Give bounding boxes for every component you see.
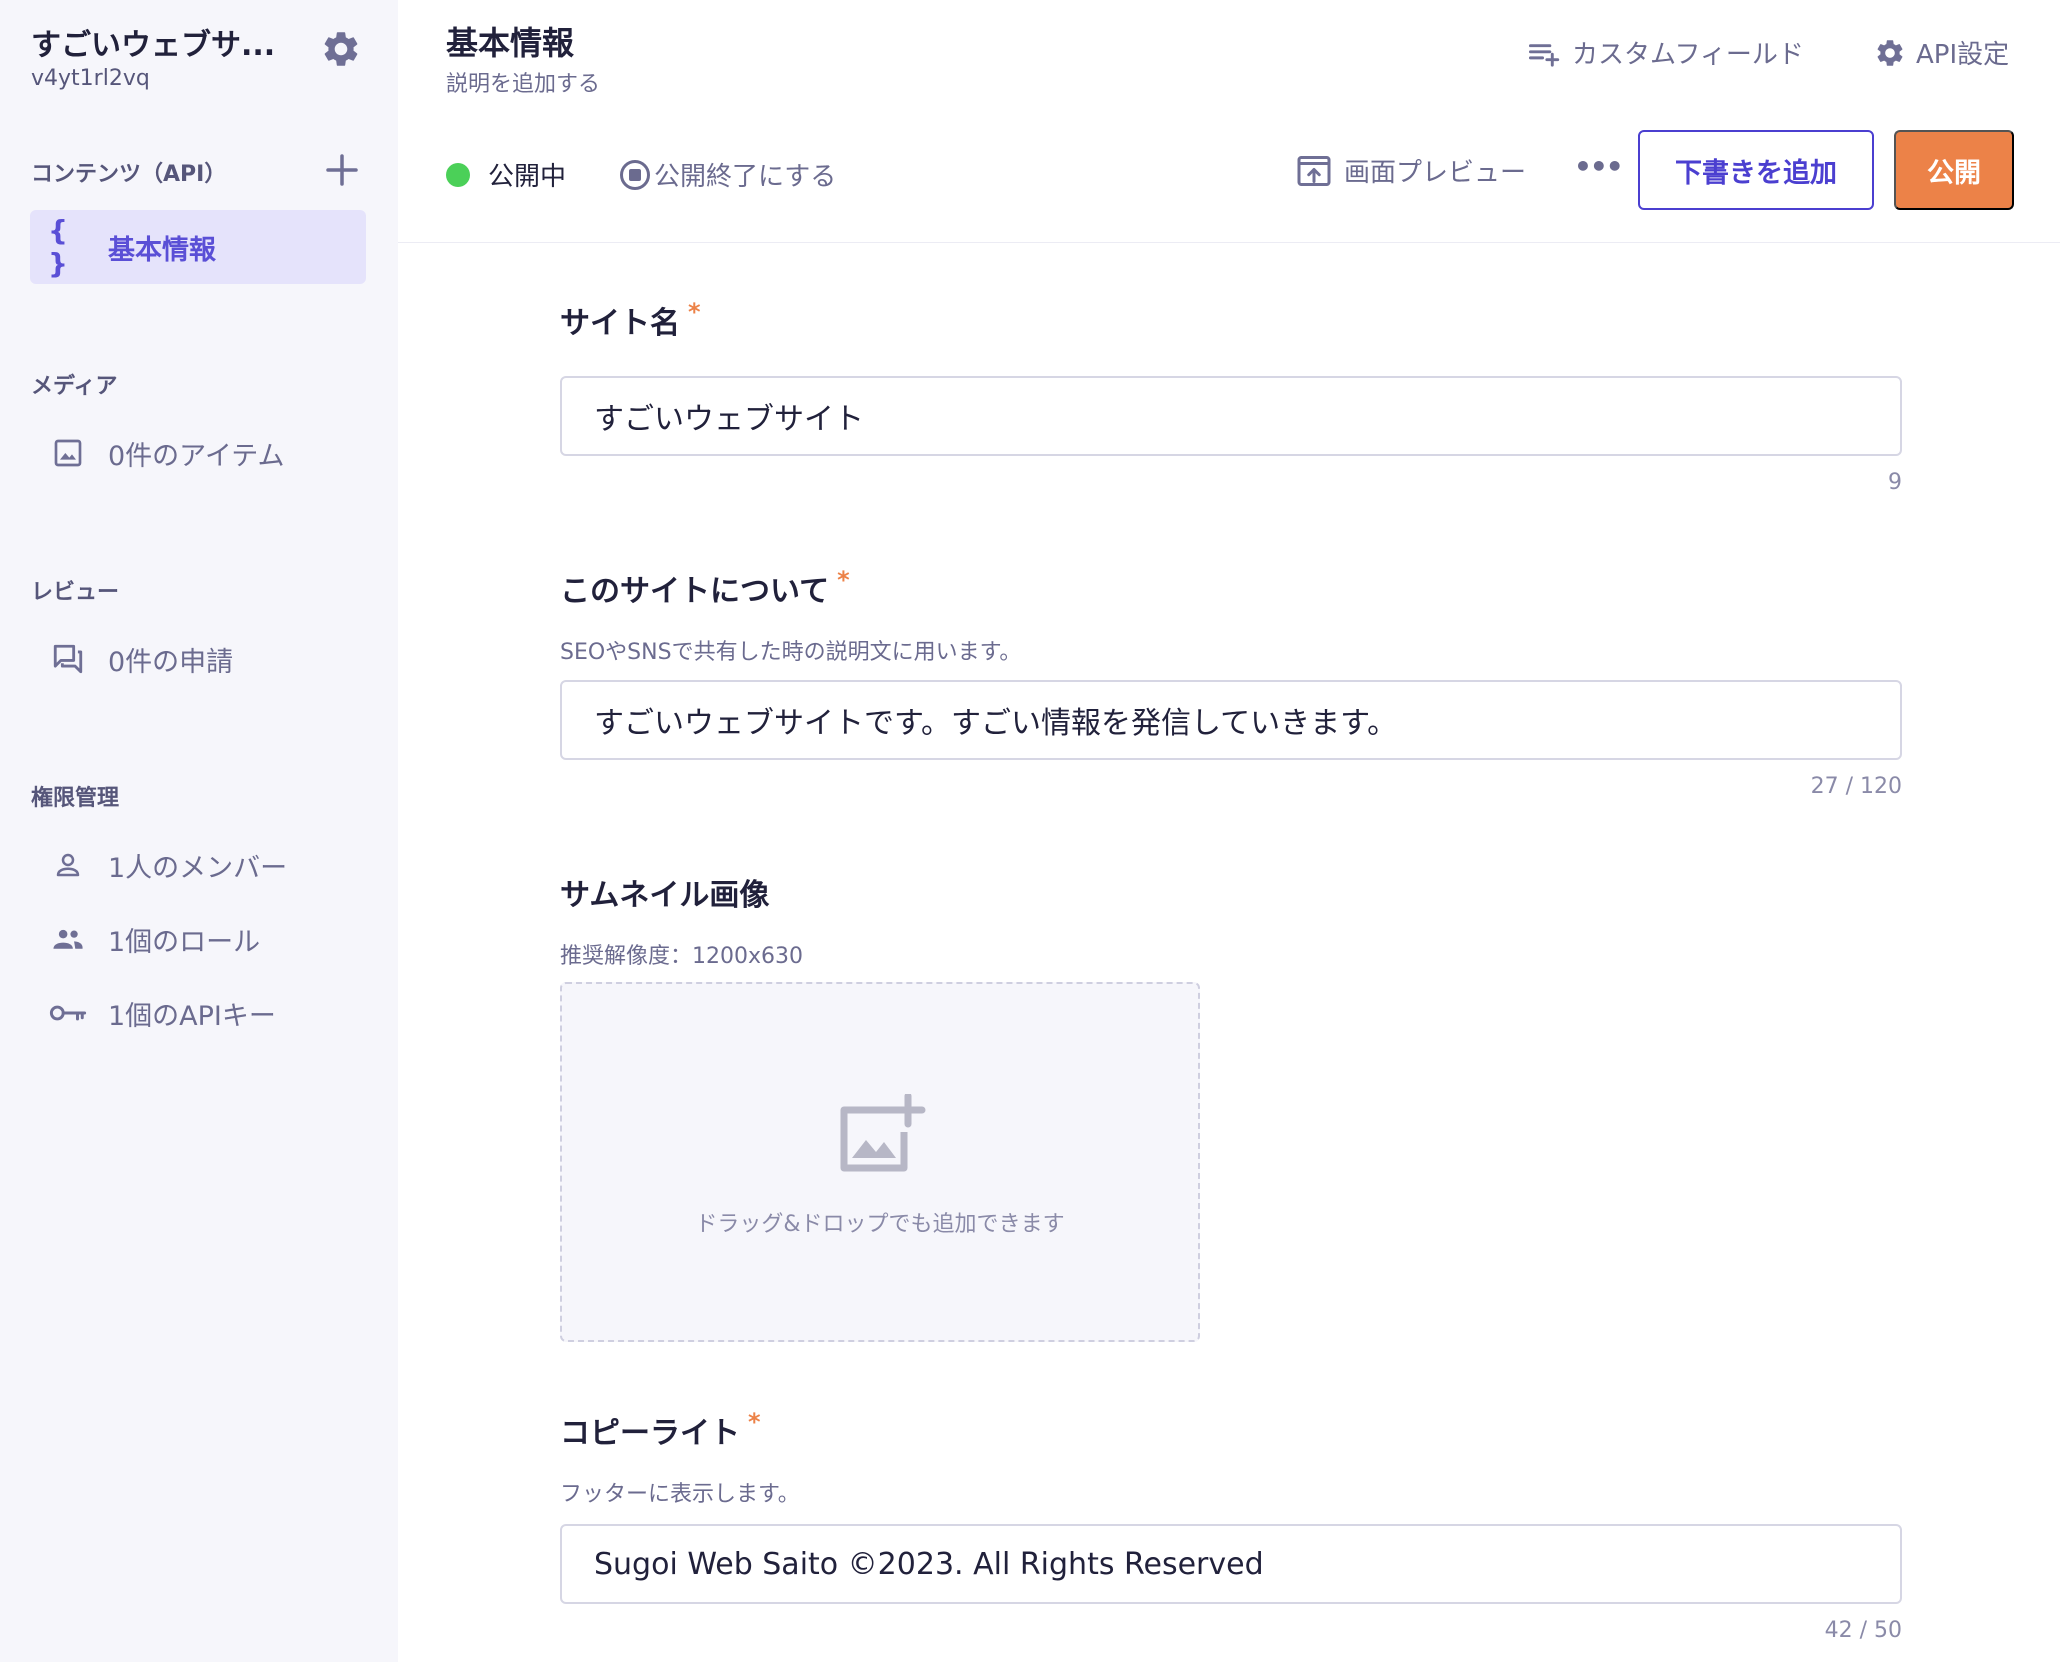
custom-field-label: カスタムフィールド [1572,40,1804,70]
sidebar-item-basic-info[interactable]: { } 基本情報 [30,210,366,284]
person-icon [48,845,88,885]
header-divider [398,242,2060,243]
about-input[interactable]: すごいウェブサイトです。すごい情報を発信していきます。 [560,680,1902,760]
review-section-title: レビュー [31,580,120,605]
service-settings-gear-icon[interactable] [320,28,362,70]
image-icon [48,433,88,473]
copyright-description: フッターに表示します。 [560,1482,800,1507]
dropzone-hint: ドラッグ&ドロップでも追加できます [695,1212,1065,1237]
media-section-title: メディア [31,374,118,399]
custom-field-link[interactable]: カスタムフィールド [1528,34,1804,71]
sidebar-item-api-keys[interactable]: 1個のAPIキー [30,976,366,1050]
copyright-label: コピーライト * [560,1408,761,1451]
status-badge: 公開中 [446,156,566,193]
sidebar-item-review[interactable]: 0件の申請 [30,622,366,696]
add-photo-icon [836,1092,926,1184]
preview-upload-icon [1297,155,1331,186]
sidebar-item-members[interactable]: 1人のメンバー [30,828,366,902]
key-icon [48,993,88,1033]
site-name-label: サイト名 * [560,298,701,341]
sidebar-item-roles[interactable]: 1個のロール [30,902,366,976]
preview-label: 画面プレビュー [1344,158,1527,188]
service-id: v4yt1rl2vq [31,66,150,91]
service-name[interactable]: すごいウェブサ... [31,20,291,64]
sidebar-item-label: 基本情報 [108,234,216,266]
sidebar-item-label: 1人のメンバー [108,852,288,884]
copyright-input[interactable]: Sugoi Web Saito ©2023. All Rights Reserv… [560,1524,1902,1604]
status-dot [446,162,470,187]
copyright-counter: 42 / 50 [1824,1618,1902,1643]
about-counter: 27 / 120 [1810,774,1902,799]
preview-button[interactable]: 画面プレビュー [1296,152,1526,189]
gear-icon [1877,39,1903,66]
about-description: SEOやSNSで共有した時の説明文に用います。 [560,640,1022,665]
thumbnail-description: 推奨解像度：1200x630 [560,944,803,969]
braces-icon: { } [48,214,68,280]
thumbnail-label: サムネイル画像 [560,878,770,913]
api-settings-label: API設定 [1916,40,2010,70]
status-label: 公開中 [488,162,567,192]
publish-button[interactable]: 公開 [1894,130,2014,210]
add-draft-button[interactable]: 下書きを追加 [1638,130,1874,210]
group-icon [48,919,88,959]
permission-section-title: 権限管理 [31,786,120,811]
sidebar-item-label: 0件のアイテム [108,440,285,472]
required-mark: * [748,1408,761,1436]
page-title: 基本情報 [446,24,575,62]
add-content-plus-icon[interactable] [324,152,360,188]
add-description-link[interactable]: 説明を追加する [446,66,600,98]
sidebar-item-label: 0件の申請 [108,646,234,678]
unpublish-button[interactable]: 公開終了にする [620,156,836,193]
about-label: このサイトについて * [560,566,850,609]
stop-circle-icon [620,159,650,190]
more-options-icon[interactable]: ••• [1574,150,1624,183]
sidebar: すごいウェブサ... v4yt1rl2vq コンテンツ（API） { } 基本情… [0,0,398,1662]
sidebar-item-label: 1個のロール [108,926,261,958]
sidebar-item-media[interactable]: 0件のアイテム [30,416,366,490]
api-settings-link[interactable]: API設定 [1874,34,2009,71]
unpublish-label: 公開終了にする [654,162,837,192]
chat-icon [48,639,88,679]
site-name-counter: 9 [1888,470,1902,495]
required-mark: * [837,566,850,594]
sidebar-item-label: 1個のAPIキー [108,1000,276,1032]
site-name-input[interactable]: すごいウェブサイト [560,376,1902,456]
thumbnail-dropzone[interactable]: ドラッグ&ドロップでも追加できます [560,982,1200,1342]
main-content: 基本情報 説明を追加する カスタムフィールド API設定 公開中 公開終了にする… [398,0,2060,1662]
playlist-add-icon [1528,43,1560,67]
required-mark: * [688,298,701,326]
content-section-title: コンテンツ（API） [31,162,227,187]
